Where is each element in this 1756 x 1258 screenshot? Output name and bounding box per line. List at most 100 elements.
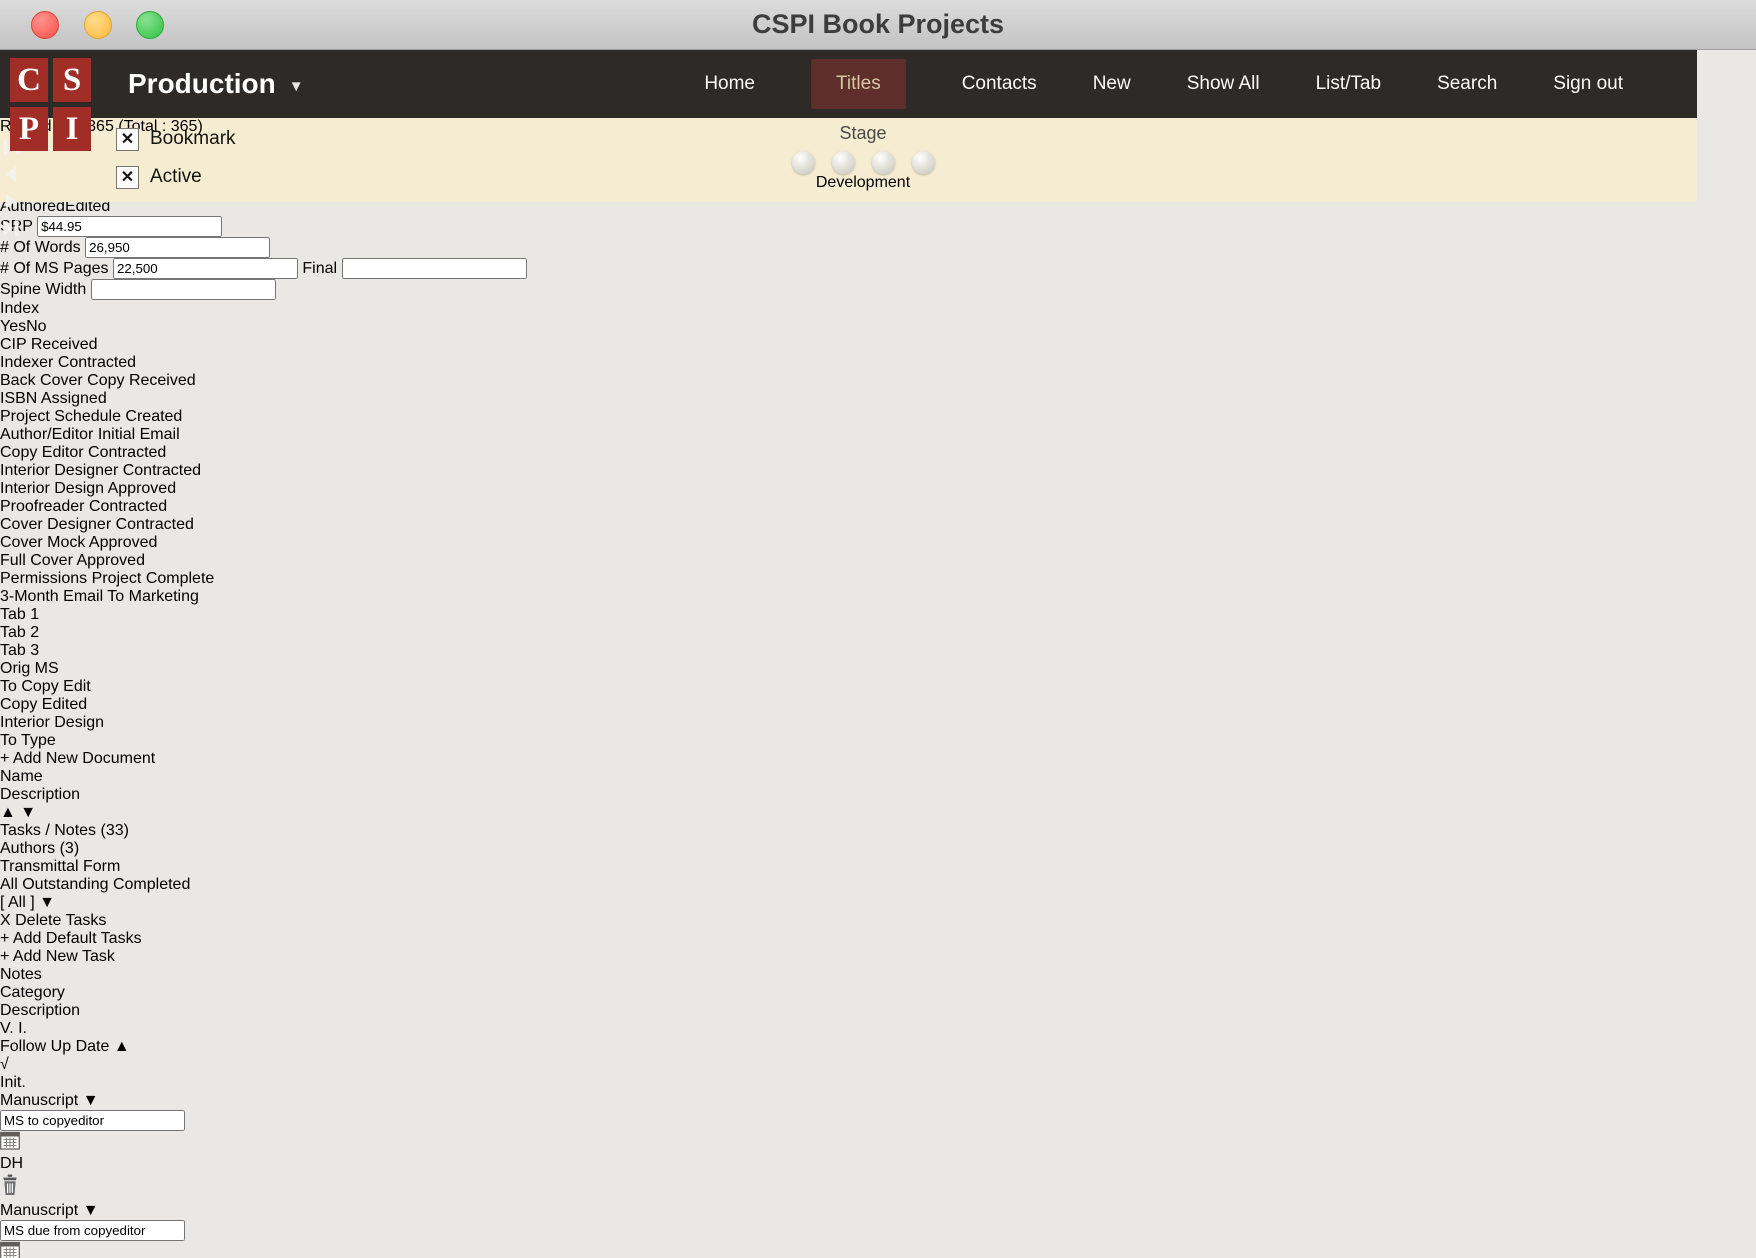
next-record-button[interactable] [0, 190, 1697, 217]
layout-name: Production [128, 68, 276, 100]
docs-tab[interactable]: Tab 2 [0, 624, 1756, 642]
toggle-row: Bookmark [116, 127, 236, 151]
filter-radio-option[interactable]: Completed [113, 876, 190, 893]
column-header-description: Description [0, 1002, 1756, 1020]
tab-count-badge: (33) [100, 822, 128, 839]
next-record-icon [0, 190, 22, 212]
ms-pages-input[interactable] [113, 258, 298, 279]
filter-radio-option[interactable]: Outstanding [22, 876, 113, 893]
check-label: Copy Editor Contracted [0, 444, 166, 461]
tasks-table-header: Category Description V. I. Follow Up Dat… [0, 984, 1756, 1092]
task-description-input[interactable] [0, 1220, 185, 1241]
logo-letter: P [10, 107, 48, 151]
docs-subtab[interactable]: Orig MS [0, 660, 1756, 678]
status-check-row: 3-Month Email To Marketing [0, 588, 1756, 606]
delete-tasks-button[interactable]: X Delete Tasks [0, 912, 1756, 930]
task-category-select[interactable]: Manuscript ▼ [0, 1092, 1756, 1110]
navbar: Production ▼ Home Titles Contacts New Sh… [0, 50, 1697, 118]
stage-dot[interactable] [912, 151, 935, 174]
last-record-button[interactable] [0, 217, 1697, 244]
scroll-down-icon[interactable]: ▼ [20, 804, 36, 821]
stage-value: Development [763, 174, 963, 192]
tasks-tab[interactable]: Transmittal Form [0, 858, 1756, 876]
tasks-panel-body: All Outstanding Completed [ All ] ▼ [0, 876, 1756, 1258]
sort-ascending-icon[interactable]: ▲ [114, 1038, 130, 1055]
docs-panel-body: Orig MSTo Copy EditCopy EditedInterior D… [0, 660, 1756, 822]
task-init-field[interactable]: DH [0, 1155, 1756, 1173]
trash-icon[interactable] [0, 1184, 20, 1201]
check-label: Indexer Contracted [0, 354, 136, 371]
status-checklist: ISBN Assigned Project Schedule Created A… [0, 390, 1756, 606]
tasks-tab[interactable]: Tasks / Notes (33) [0, 822, 1756, 840]
column-header-init: Init. [0, 1074, 1756, 1092]
nav-menu: Home Titles Contacts New Show All List/T… [704, 50, 1623, 118]
task-follow-up-date-field[interactable] [0, 1241, 1756, 1258]
nav-item[interactable]: New [1093, 73, 1131, 95]
radio-option[interactable]: No [26, 318, 46, 335]
nav-item[interactable]: List/Tab [1316, 73, 1381, 95]
ms-pages-row: # Of MS Pages Final [0, 258, 1756, 279]
stage-dot[interactable] [872, 151, 895, 174]
layout-selector[interactable]: Production ▼ [128, 50, 304, 118]
documents-table-header: Name Description [0, 768, 1756, 804]
docs-tab[interactable]: Tab 1 [0, 606, 1756, 624]
tasks-tab[interactable]: Authors (3) [0, 840, 1756, 858]
previous-record-icon [0, 163, 22, 185]
spine-width-input[interactable] [91, 279, 276, 300]
task-follow-up-date-field[interactable] [0, 1131, 1756, 1155]
nav-item[interactable]: Search [1437, 73, 1497, 95]
documents-scrollbar[interactable]: ▲ ▼ [0, 804, 1756, 822]
column-header-name: Name [0, 768, 1756, 786]
docs-subtab[interactable]: To Type [0, 732, 1756, 750]
status-check-row: Cover Designer Contracted [0, 516, 1756, 534]
add-default-tasks-button[interactable]: + Add Default Tasks [0, 930, 1756, 948]
category-filter-select[interactable]: [ All ] ▼ [0, 894, 1756, 912]
check-row: CIP Received [0, 336, 1756, 354]
scroll-up-icon[interactable]: ▲ [0, 804, 16, 821]
task-description-input[interactable] [0, 1110, 185, 1131]
status-check-row: Cover Mock Approved [0, 534, 1756, 552]
radio-option[interactable]: Yes [0, 318, 26, 335]
field-label: Spine Width [0, 281, 86, 298]
nav-item[interactable]: Sign out [1553, 73, 1623, 95]
stage-dot[interactable] [792, 151, 815, 174]
chevron-down-icon: ▼ [83, 1092, 99, 1109]
checkbox[interactable] [116, 166, 139, 189]
nav-item[interactable]: Contacts [962, 73, 1037, 95]
task-category-select[interactable]: Manuscript ▼ [0, 1202, 1756, 1220]
add-new-document-button[interactable]: + Add New Document [0, 750, 1756, 768]
check-row: Indexer Contracted [0, 354, 1756, 372]
docs-tab-row: Tab 1Tab 2Tab 3 [0, 606, 1756, 660]
check-label: Back Cover Copy Received [0, 372, 196, 389]
stage-dot[interactable] [832, 151, 855, 174]
task-row: Manuscript ▼ DH [0, 1202, 1756, 1258]
spine-width-row: Spine Width [0, 279, 1756, 300]
chevron-down-icon: ▼ [39, 894, 55, 911]
field-label: Index [0, 300, 39, 317]
column-header-description: Description [0, 786, 1756, 804]
docs-tab[interactable]: Tab 3 [0, 642, 1756, 660]
check-label: Cover Mock Approved [0, 534, 157, 551]
nav-item[interactable]: Show All [1187, 73, 1260, 95]
check-label: Interior Designer Contracted [0, 462, 201, 479]
status-check-row: Project Schedule Created [0, 408, 1756, 426]
app-window: CSPI Book Projects Production ▼ Home Tit… [0, 0, 1756, 1258]
status-check-row: Author/Editor Initial Email [0, 426, 1756, 444]
nav-item[interactable]: Home [704, 73, 755, 95]
calendar-icon [0, 1131, 20, 1150]
final-pages-input[interactable] [342, 258, 527, 279]
column-header-follow-up-date[interactable]: Follow Up Date ▲ [0, 1038, 1756, 1056]
checkbox[interactable] [116, 128, 139, 151]
status-check-row: Proofreader Contracted [0, 498, 1756, 516]
docs-subtab[interactable]: Copy Edited [0, 696, 1756, 714]
calendar-icon [0, 1241, 20, 1258]
docs-subtab[interactable]: To Copy Edit [0, 678, 1756, 696]
docs-subtab[interactable]: Interior Design [0, 714, 1756, 732]
status-check-row: Interior Design Approved [0, 480, 1756, 498]
documents-panel: Tab 1Tab 2Tab 3 Orig MSTo Copy EditCopy … [0, 606, 1756, 822]
nav-item[interactable]: Titles [811, 59, 906, 109]
notes-label: Notes [0, 966, 1756, 984]
add-new-task-button[interactable]: + Add New Task [0, 948, 1756, 966]
filter-radio-option[interactable]: All [0, 876, 22, 893]
stage-dots [763, 151, 963, 174]
